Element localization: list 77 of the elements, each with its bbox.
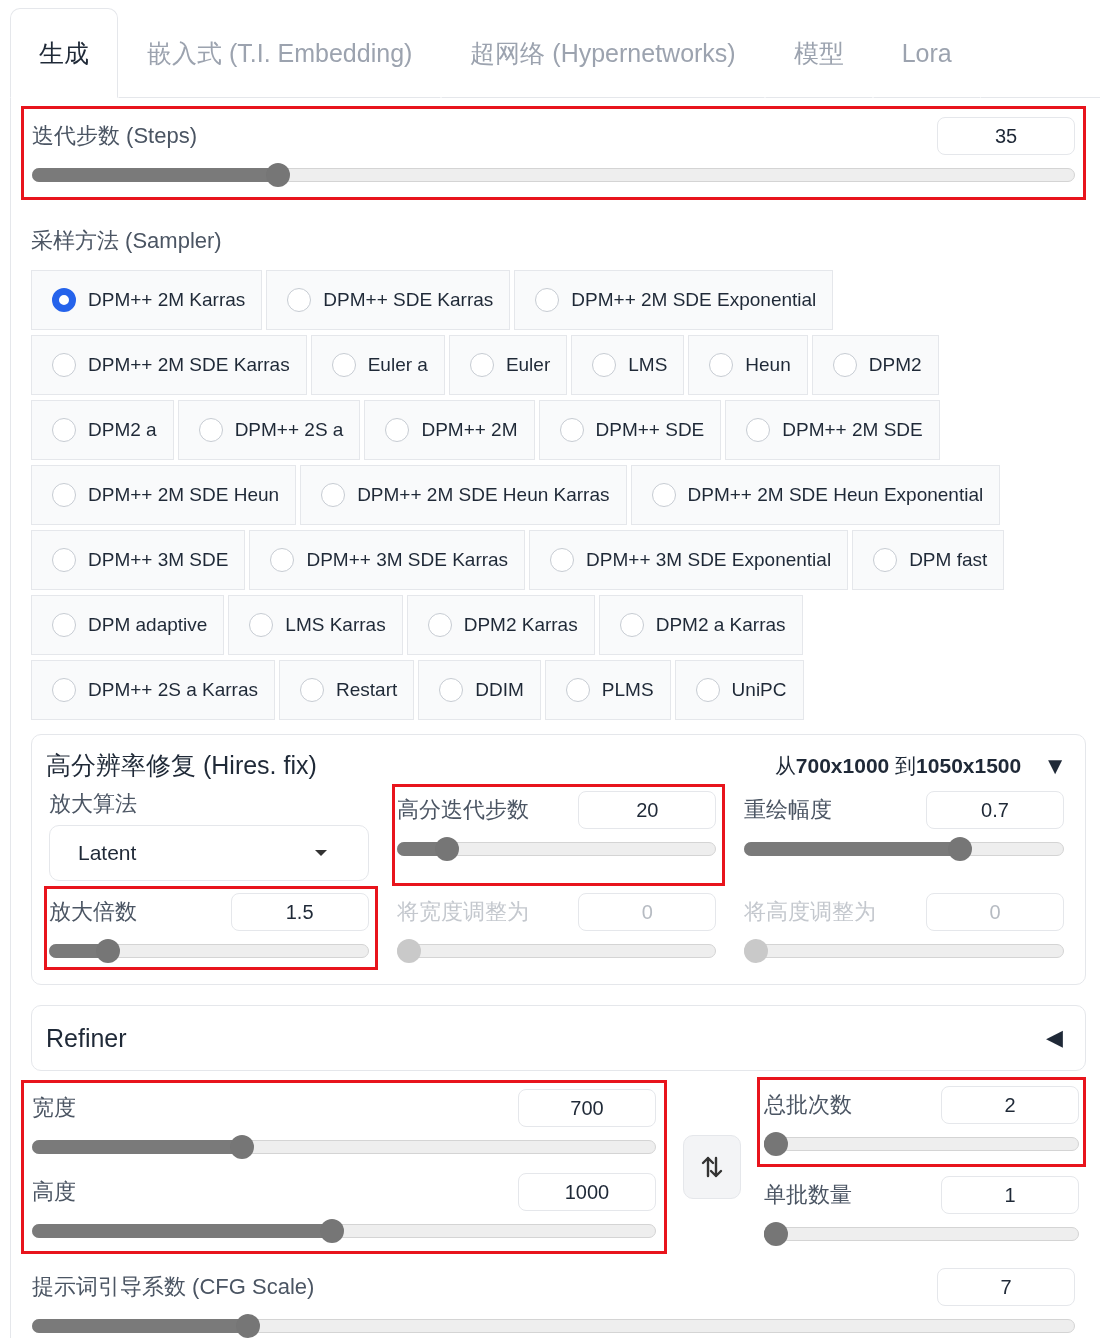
slider-track[interactable] xyxy=(32,168,1075,182)
radio-option[interactable]: DPM2 a xyxy=(31,400,174,460)
radio-option[interactable]: DPM++ 3M SDE xyxy=(31,530,246,590)
slider-thumb[interactable] xyxy=(230,1135,254,1159)
tab[interactable]: 生成 xyxy=(10,8,118,98)
radio-option[interactable]: DPM++ 2M SDE Heun Exponential xyxy=(630,465,1001,525)
radio-option[interactable]: DPM++ SDE xyxy=(538,400,722,460)
radio-option[interactable]: DPM++ 2M SDE Exponential xyxy=(514,270,834,330)
slider-label: 高度 xyxy=(32,1178,76,1206)
number-field[interactable]: 0.7 xyxy=(926,791,1064,829)
radio-option[interactable]: DPM++ 2M xyxy=(364,400,535,460)
radio-option[interactable]: LMS xyxy=(571,335,685,395)
dropdown-label: 放大算法 xyxy=(49,790,138,818)
number-field[interactable]: 1 xyxy=(941,1176,1079,1214)
slider-label: 单批数量 xyxy=(764,1181,852,1209)
number-field[interactable]: 700 xyxy=(518,1089,656,1127)
number-field[interactable]: 20 xyxy=(578,791,717,829)
slider-track[interactable] xyxy=(32,1319,1075,1333)
panel-title: 高分辨率修复 (Hires. fix) xyxy=(46,750,318,781)
radio-option[interactable]: DPM adaptive xyxy=(31,595,225,655)
expand-toggle[interactable]: ◀ xyxy=(1046,1025,1063,1051)
slider-thumb[interactable] xyxy=(235,1314,260,1338)
slider-thumb[interactable] xyxy=(266,163,291,187)
slider-label: 高分迭代步数 xyxy=(396,796,529,824)
slider-label: 迭代步数 (Steps) xyxy=(32,122,198,150)
slider-track[interactable] xyxy=(32,1224,656,1238)
slider-thumb[interactable] xyxy=(435,837,460,861)
upscaler-dropdown[interactable]: Latent xyxy=(49,825,369,881)
number-field[interactable]: 7 xyxy=(937,1268,1075,1306)
radio-option[interactable]: DPM++ 2M SDE Heun xyxy=(31,465,297,525)
radio-option[interactable]: Heun xyxy=(688,335,808,395)
radio-option[interactable]: DPM2 a Karras xyxy=(598,595,803,655)
radio-option[interactable]: DPM2 Karras xyxy=(406,595,595,655)
slider-label: 总批次数 xyxy=(764,1091,852,1119)
panel-title: Refiner xyxy=(46,1023,127,1053)
slider-label: 重绘幅度 xyxy=(744,796,833,824)
number-field[interactable]: 35 xyxy=(937,117,1075,155)
radio-option[interactable]: DPM++ 2S a Karras xyxy=(31,660,276,720)
slider-label: 将高度调整为 xyxy=(744,898,877,926)
slider-label: 提示词引导系数 (CFG Scale) xyxy=(32,1273,315,1301)
swap-button[interactable] xyxy=(683,1135,741,1199)
slider-thumb[interactable] xyxy=(948,837,973,861)
radio-option[interactable]: DPM++ 2M Karras xyxy=(31,270,263,330)
number-field[interactable]: 2 xyxy=(941,1086,1079,1124)
radio-option[interactable]: DPM++ 2M SDE Heun Karras xyxy=(300,465,627,525)
radio-option[interactable]: UniPC xyxy=(674,660,804,720)
radio-option[interactable]: PLMS xyxy=(544,660,671,720)
radio-option[interactable]: Restart xyxy=(279,660,415,720)
slider-thumb[interactable] xyxy=(96,939,121,963)
radio-option[interactable]: DPM++ SDE Karras xyxy=(266,270,511,330)
collapse-toggle[interactable]: ▼ xyxy=(1037,751,1073,780)
swap-arrows-icon xyxy=(701,1155,723,1179)
caret-icon xyxy=(313,849,328,857)
radio-option[interactable]: Euler xyxy=(448,335,568,395)
number-field[interactable]: 1000 xyxy=(518,1173,656,1211)
slider-label: 将宽度调整为 xyxy=(396,898,529,926)
radio-option[interactable]: Euler a xyxy=(310,335,445,395)
slider-track[interactable] xyxy=(396,842,717,856)
radio-option[interactable]: DDIM xyxy=(418,660,541,720)
radio-option[interactable]: DPM++ 2M SDE xyxy=(725,400,940,460)
number-field[interactable]: 1.5 xyxy=(230,893,369,931)
radio-option[interactable]: DPM2 xyxy=(811,335,939,395)
refiner-panel[interactable]: Refiner ◀ xyxy=(31,1005,1086,1071)
slider-thumb[interactable] xyxy=(320,1219,344,1243)
resolution-summary: 从700x1000 到1050x1500 xyxy=(774,752,1022,779)
radio-option[interactable]: DPM++ 2M SDE Karras xyxy=(31,335,307,395)
slider-label: 宽度 xyxy=(32,1094,76,1122)
slider-track[interactable] xyxy=(744,842,1064,856)
slider-track[interactable] xyxy=(32,1140,656,1154)
radio-option[interactable]: DPM fast xyxy=(852,530,1005,590)
radio-option[interactable]: DPM++ 2S a xyxy=(177,400,361,460)
radio-option[interactable]: LMS Karras xyxy=(228,595,403,655)
radio-option[interactable]: DPM++ 3M SDE Karras xyxy=(249,530,526,590)
radio-option[interactable]: DPM++ 3M SDE Exponential xyxy=(529,530,849,590)
sampler-label: 采样方法 (Sampler) xyxy=(31,227,223,255)
slider-label: 放大倍数 xyxy=(49,898,137,926)
slider-track[interactable] xyxy=(49,944,369,958)
